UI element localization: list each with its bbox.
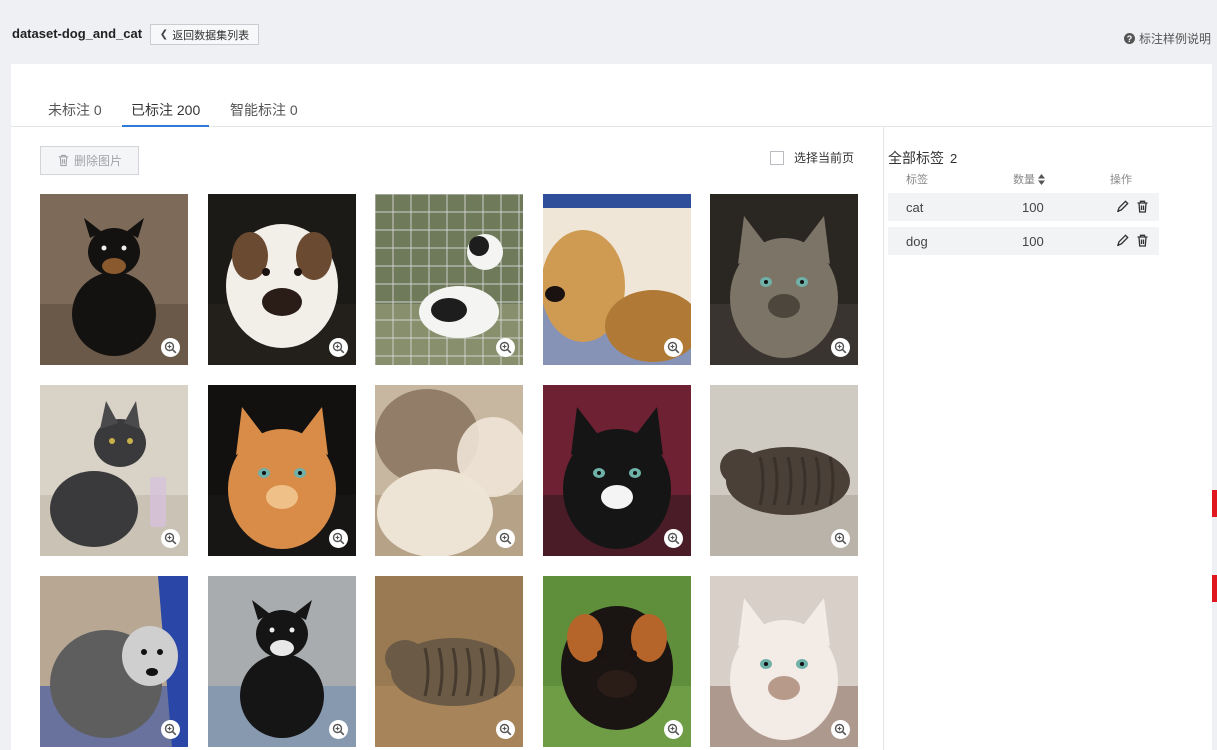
chevron-left-icon: ❮ [159, 29, 169, 40]
zoom-in-icon[interactable] [831, 720, 850, 739]
image-thumbnail-cat[interactable] [207, 385, 356, 556]
image-thumbnail-dog[interactable] [542, 194, 691, 365]
select-page-label: 选择当前页 [794, 151, 855, 165]
select-page-checkbox[interactable] [770, 150, 784, 165]
zoom-in-icon[interactable] [161, 338, 180, 357]
pencil-icon[interactable] [1116, 200, 1129, 213]
column-header-tag: 标签 [906, 174, 928, 186]
back-to-dataset-list-button[interactable]: ❮ 返回数据集列表 [150, 24, 259, 45]
delete-images-button[interactable]: 删除图片 [40, 146, 139, 175]
back-button-label: 返回数据集列表 [172, 29, 250, 42]
pencil-icon[interactable] [1116, 234, 1129, 247]
label-count: 100 [1022, 200, 1044, 215]
annotation-guide-link[interactable]: ? 标注样例说明 [1123, 30, 1211, 47]
label-actions [1116, 234, 1149, 247]
zoom-in-icon[interactable] [831, 338, 850, 357]
question-circle-icon: ? [1123, 33, 1135, 44]
image-thumbnail-cat[interactable] [710, 576, 858, 747]
tab-smart-labeling[interactable]: 智能标注 0 [230, 100, 298, 126]
image-thumbnail-cat[interactable] [40, 385, 188, 556]
tab-bar: 未标注 0 已标注 200 智能标注 0 [11, 64, 1212, 127]
image-thumbnail-cat[interactable] [710, 385, 858, 556]
edge-marker [1212, 575, 1217, 602]
tab-labeled[interactable]: 已标注 200 [121, 100, 210, 127]
zoom-in-icon[interactable] [328, 720, 348, 739]
label-count: 100 [1022, 234, 1044, 249]
zoom-in-icon[interactable] [496, 720, 515, 739]
main-card: 未标注 0 已标注 200 智能标注 0 删除图片 选择当前页 全部标签 2 标签… [11, 64, 1212, 750]
image-thumbnail-cat[interactable] [710, 194, 858, 365]
top-bar: dataset-dog_and_cat ❮ 返回数据集列表 ? 标注样例说明 [0, 0, 1217, 64]
zoom-in-icon[interactable] [496, 529, 515, 548]
zoom-in-icon[interactable] [161, 720, 180, 739]
image-panel: 删除图片 选择当前页 [11, 127, 884, 750]
trash-icon [58, 154, 69, 167]
label-row: dog 100 [888, 227, 1159, 255]
image-thumbnail-dog[interactable] [207, 576, 356, 747]
labels-panel: 全部标签 2 标签 数量 操作 cat 100 dog 100 [888, 127, 1212, 750]
zoom-in-icon[interactable] [663, 720, 683, 739]
sort-icon[interactable] [1038, 173, 1045, 185]
image-thumbnail-dog[interactable] [40, 576, 188, 747]
zoom-in-icon[interactable] [663, 338, 683, 357]
column-header-ops: 操作 [1110, 174, 1132, 186]
zoom-in-icon[interactable] [328, 529, 348, 548]
select-current-page[interactable]: 选择当前页 [770, 149, 854, 166]
label-total-count: 2 [950, 151, 958, 166]
image-thumbnail-cat[interactable] [375, 576, 523, 747]
zoom-in-icon[interactable] [328, 338, 348, 357]
zoom-in-icon[interactable] [161, 529, 180, 548]
trash-icon[interactable] [1136, 234, 1149, 247]
label-row: cat 100 [888, 193, 1159, 221]
all-labels-title: 全部标签 2 [888, 148, 957, 168]
zoom-in-icon[interactable] [831, 529, 850, 548]
column-header-count[interactable]: 数量 [1013, 171, 1045, 187]
image-thumbnail-cat[interactable] [375, 385, 523, 556]
label-name: cat [906, 200, 924, 215]
zoom-in-icon[interactable] [663, 529, 683, 548]
edge-marker [1212, 490, 1217, 517]
trash-icon[interactable] [1136, 200, 1149, 213]
label-actions [1116, 200, 1149, 213]
image-thumbnail-dog[interactable] [207, 194, 356, 365]
dataset-title: dataset-dog_and_cat [12, 26, 143, 41]
delete-images-label: 删除图片 [73, 154, 122, 168]
tab-unlabeled[interactable]: 未标注 0 [48, 100, 102, 126]
image-thumbnail-dog[interactable] [40, 194, 188, 365]
image-thumbnail-cat[interactable] [542, 385, 691, 556]
column-header-count-label: 数量 [1013, 174, 1035, 186]
label-name: dog [906, 234, 928, 249]
image-thumbnail-dog[interactable] [542, 576, 691, 747]
image-thumbnail-dog[interactable] [375, 194, 523, 365]
all-labels-heading: 全部标签 [888, 150, 944, 166]
annotation-guide-label: 标注样例说明 [1138, 32, 1211, 46]
zoom-in-icon[interactable] [496, 338, 515, 357]
